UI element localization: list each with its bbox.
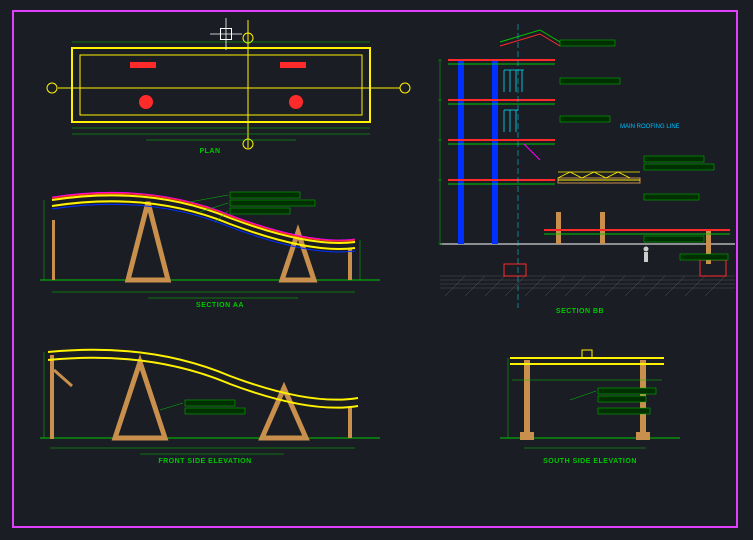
cad-viewport: PLAN: [0, 0, 753, 540]
cursor-cross-svg: [0, 0, 753, 540]
